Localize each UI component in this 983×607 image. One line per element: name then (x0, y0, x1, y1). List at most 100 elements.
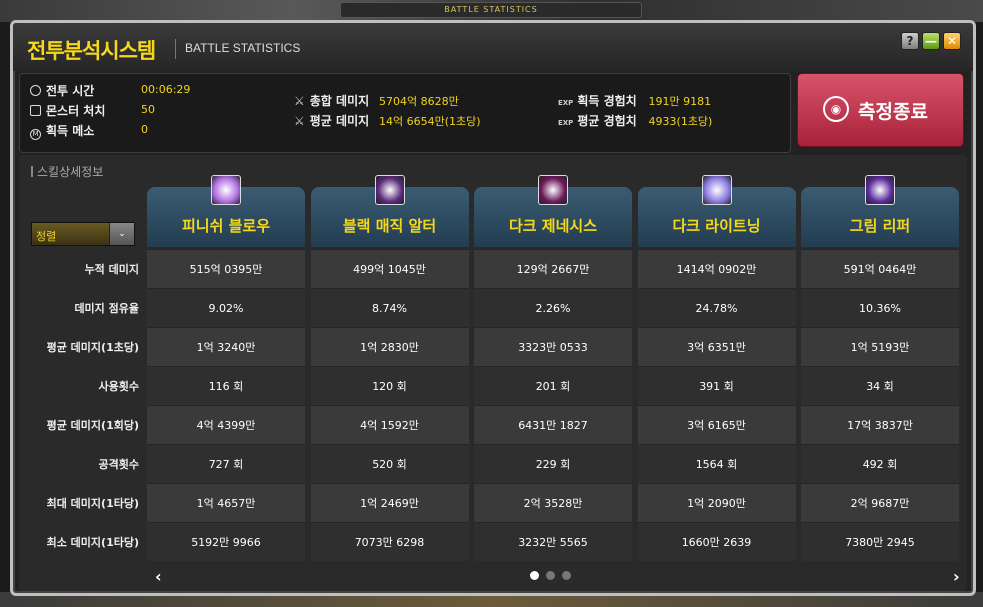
exp-icon: EXP (558, 119, 574, 127)
stat-cell: 7380만 2945 (801, 522, 959, 561)
sword-icon: ⚔ (294, 94, 305, 108)
monster-icon (30, 105, 41, 116)
stat-cell: 4억 1592만 (310, 405, 469, 444)
stat-cell: 24.78% (637, 288, 796, 327)
stat-cell: 1억 4657만 (147, 483, 305, 522)
stop-gauge-icon: ◉ (823, 96, 849, 122)
stat-cell: 129억 2667만 (474, 249, 632, 288)
window-title: 전투분석시스템 (27, 39, 156, 63)
exp-gained-stat: EXP 획득 경험치 191만 9181 (558, 94, 712, 108)
total-damage-value: 5704억 8628만 (378, 95, 459, 108)
stat-cell: 727 회 (147, 444, 305, 483)
skill-column: 그림 리퍼 591억 0464만 10.36% 1억 5193만 34 회 17억 383… (801, 175, 959, 561)
stat-cell: 515억 0395만 (147, 249, 305, 288)
title-bar[interactable]: 전투분석시스템 BATTLE STATISTICS ? — ✕ (13, 23, 973, 71)
row-label: 사용횟수 (98, 380, 139, 393)
sort-dropdown[interactable]: 정렬 ⌄ (31, 222, 135, 246)
skill-column: 다크 라이트닝 1414억 0902만 24.78% 3억 6351만 391 회 3억 … (637, 175, 796, 561)
stat-cell: 8.74% (310, 288, 469, 327)
skill-name: 그림 리퍼 (849, 217, 911, 235)
skill-icon (865, 175, 895, 205)
skill-header[interactable]: 피니쉬 블로우 (147, 175, 305, 247)
skill-column: 블랙 매직 알터 499억 1045만 8.74% 1억 2830만 120 회 4억 1… (310, 175, 469, 561)
close-button[interactable]: ✕ (943, 32, 961, 50)
stat-cell: 1564 회 (637, 444, 796, 483)
stat-cell: 6431만 1827 (474, 405, 632, 444)
clock-icon (30, 85, 41, 96)
prev-page-button[interactable]: ‹ (155, 567, 162, 586)
skill-column: 다크 제네시스 129억 2667만 2.26% 3323만 0533 201 회 643… (474, 175, 632, 561)
stat-cell: 391 회 (637, 366, 796, 405)
row-label: 공격횟수 (98, 458, 139, 471)
stat-cell: 116 회 (147, 366, 305, 405)
page-indicator-dot[interactable] (530, 571, 539, 580)
stat-cell: 3억 6165만 (637, 405, 796, 444)
battle-statistics-window: 전투분석시스템 BATTLE STATISTICS ? — ✕ 전투 시간 00… (10, 20, 976, 596)
next-page-button[interactable]: › (953, 567, 960, 586)
avg-exp-value: 4933(1초당) (648, 115, 713, 128)
row-label: 최소 데미지(1타당) (46, 536, 139, 549)
battle-time-value: 00:06:29 (141, 83, 191, 96)
row-label: 최대 데미지(1타당) (46, 497, 139, 510)
chevron-down-icon[interactable]: ⌄ (109, 223, 134, 245)
title-divider (175, 39, 176, 59)
monster-kill-stat: 몬스터 처치 50 (30, 102, 155, 119)
stat-cell: 201 회 (474, 366, 632, 405)
stat-cell: 10.36% (801, 288, 959, 327)
help-button[interactable]: ? (901, 32, 919, 50)
stat-cell: 1억 3240만 (147, 327, 305, 366)
meso-stat: M 획득 메소 0 (30, 122, 148, 140)
avg-damage-value: 14억 6654만(1초당) (378, 115, 481, 128)
background-tab-label: BATTLE STATISTICS (340, 2, 642, 18)
exp-icon: EXP (558, 99, 574, 107)
skill-name: 다크 제네시스 (508, 217, 598, 235)
stat-cell: 1660만 2639 (637, 522, 796, 561)
stat-cell: 120 회 (310, 366, 469, 405)
skill-icon (538, 175, 568, 205)
skill-header[interactable]: 블랙 매직 알터 (310, 175, 469, 247)
skill-header[interactable]: 다크 라이트닝 (637, 175, 796, 247)
skill-name: 피니쉬 블로우 (181, 217, 271, 235)
page-indicator-dot[interactable] (546, 571, 555, 580)
skill-detail-panel: 스킬상세정보 정렬 ⌄ 누적 데미지 데미지 점유율 평균 데미지(1초당) 사용횟수… (19, 155, 967, 591)
stat-cell: 3232만 5565 (474, 522, 632, 561)
stat-cell: 1414억 0902만 (637, 249, 796, 288)
minimize-button[interactable]: — (922, 32, 940, 50)
skill-header[interactable]: 다크 제네시스 (474, 175, 632, 247)
stat-cell: 3억 6351만 (637, 327, 796, 366)
meso-value: 0 (141, 123, 148, 136)
skill-icon (374, 175, 405, 205)
skill-column: 피니쉬 블로우 515억 0395만 9.02% 1억 3240만 116 회 4억 43… (147, 175, 305, 561)
skill-name: 다크 라이트닝 (672, 217, 761, 235)
end-measurement-button[interactable]: ◉ 측정종료 (797, 73, 964, 147)
total-damage-stat: ⚔ 총합 데미지 5704억 8628만 (294, 94, 459, 108)
stat-cell: 17억 3837만 (801, 405, 959, 444)
monster-kill-value: 50 (141, 103, 155, 116)
sort-label: 정렬 (36, 230, 57, 243)
end-measurement-label: 측정종료 (858, 101, 928, 123)
row-label: 평균 데미지(1초당) (46, 341, 139, 354)
meso-icon: M (30, 129, 41, 140)
page-indicator-dot[interactable] (562, 571, 571, 580)
stat-cell: 2억 3528만 (474, 483, 632, 522)
skill-name: 블랙 매직 알터 (342, 217, 437, 235)
stat-cell: 3323만 0533 (474, 327, 632, 366)
stat-cell: 591억 0464만 (801, 249, 959, 288)
stat-cell: 9.02% (147, 288, 305, 327)
avg-damage-stat: ⚔ 평균 데미지 14억 6654만(1초당) (294, 114, 481, 128)
stat-cell: 520 회 (310, 444, 469, 483)
row-label: 평균 데미지(1회당) (46, 419, 139, 432)
stat-cell: 1억 2090만 (637, 483, 796, 522)
stat-cell: 7073만 6298 (310, 522, 469, 561)
exp-gained-value: 191만 9181 (648, 95, 712, 108)
stat-cell: 1억 2469만 (310, 483, 469, 522)
skill-detail-title: 스킬상세정보 (31, 163, 103, 180)
stat-cell: 2억 9687만 (801, 483, 959, 522)
stat-cell: 2.26% (474, 288, 632, 327)
stat-cell: 5192만 9966 (147, 522, 305, 561)
stat-cell: 229 회 (474, 444, 632, 483)
stat-cell: 499억 1045만 (310, 249, 469, 288)
skill-header[interactable]: 그림 리퍼 (801, 175, 959, 247)
stat-cell: 492 회 (801, 444, 959, 483)
stat-cell: 4억 4399만 (147, 405, 305, 444)
